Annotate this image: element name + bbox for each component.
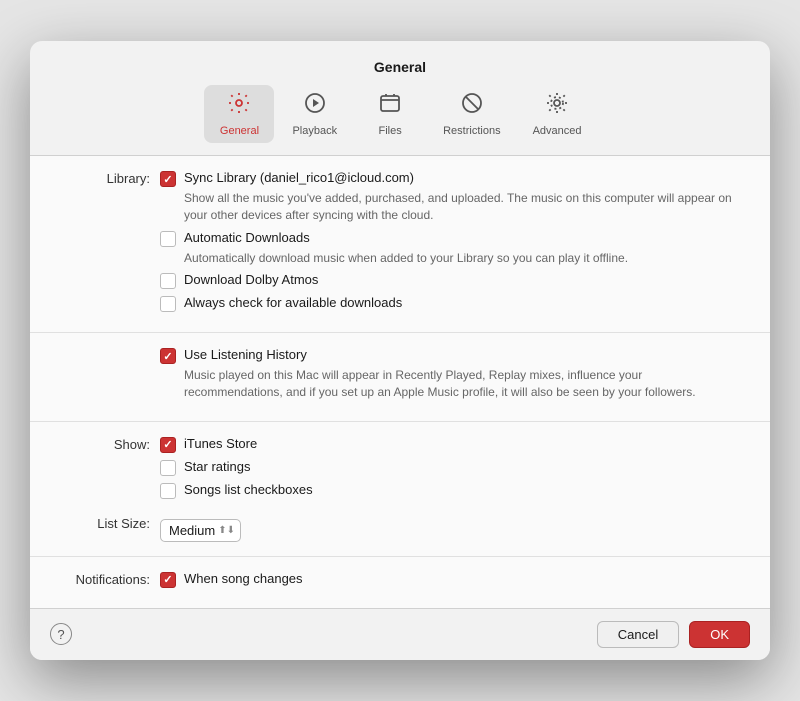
dolby-atmos-text: Download Dolby Atmos — [184, 272, 318, 289]
when-song-changes-text: When song changes — [184, 571, 303, 588]
toolbar: General Playback Files — [30, 75, 770, 155]
toolbar-item-restrictions[interactable]: Restrictions — [429, 85, 514, 143]
show-content: iTunes Store Star ratings So — [160, 436, 740, 505]
toolbar-item-files[interactable]: Files — [355, 85, 425, 143]
songs-list-checkbox-wrapper — [160, 483, 176, 499]
always-check-row: Always check for available downloads — [160, 295, 740, 312]
automatic-downloads-row: Automatic Downloads Automatically downlo… — [160, 230, 740, 267]
songs-list-checkbox[interactable] — [160, 483, 176, 499]
when-song-changes-checkbox[interactable] — [160, 572, 176, 588]
ok-button[interactable]: OK — [689, 621, 750, 648]
history-section: Use Listening History Music played on th… — [30, 333, 770, 421]
content-area: Library: Sync Library (daniel_rico1@iclo… — [30, 155, 770, 608]
itunes-checkbox-wrapper — [160, 437, 176, 453]
automatic-downloads-checkbox-wrapper — [160, 231, 176, 247]
list-size-row: List Size: Small Medium Large ⬆⬇ — [60, 515, 740, 542]
library-section: Library: Sync Library (daniel_rico1@iclo… — [30, 156, 770, 333]
dialog: General General Playback — [30, 41, 770, 660]
itunes-store-text: iTunes Store — [184, 436, 257, 453]
listening-history-helper: Music played on this Mac will appear in … — [184, 367, 740, 401]
notifications-row: Notifications: When song changes — [60, 571, 740, 594]
songs-list-text: Songs list checkboxes — [184, 482, 313, 499]
library-label: Library: — [60, 170, 160, 186]
list-size-select-wrapper: Small Medium Large ⬆⬇ — [160, 519, 241, 542]
dolby-atmos-checkbox[interactable] — [160, 273, 176, 289]
cancel-button[interactable]: Cancel — [597, 621, 679, 648]
toolbar-item-general[interactable]: General — [204, 85, 274, 143]
sync-library-row: Sync Library (daniel_rico1@icloud.com) S… — [160, 170, 740, 223]
library-row: Library: Sync Library (daniel_rico1@iclo… — [60, 170, 740, 318]
star-ratings-row: Star ratings — [160, 459, 740, 476]
itunes-store-row: iTunes Store — [160, 436, 740, 453]
footer: ? Cancel OK — [30, 608, 770, 660]
help-button[interactable]: ? — [50, 623, 72, 645]
toolbar-general-label: General — [220, 125, 259, 137]
always-check-text: Always check for available downloads — [184, 295, 402, 312]
notifications-section: Notifications: When song changes — [30, 557, 770, 608]
sync-library-helper: Show all the music you've added, purchas… — [184, 190, 740, 224]
toolbar-item-playback[interactable]: Playback — [278, 85, 351, 143]
dialog-title: General — [30, 41, 770, 75]
history-label-spacer — [60, 347, 160, 348]
always-check-checkbox[interactable] — [160, 296, 176, 312]
listening-history-checkbox[interactable] — [160, 348, 176, 364]
itunes-store-checkbox[interactable] — [160, 437, 176, 453]
history-content: Use Listening History Music played on th… — [160, 347, 740, 406]
playback-icon — [303, 91, 327, 121]
always-check-checkbox-wrapper — [160, 296, 176, 312]
automatic-downloads-checkbox[interactable] — [160, 231, 176, 247]
show-label: Show: — [60, 436, 160, 452]
notifications-content: When song changes — [160, 571, 740, 594]
general-gear-icon — [227, 91, 251, 121]
sync-library-text: Sync Library (daniel_rico1@icloud.com) — [184, 170, 740, 187]
automatic-downloads-helper: Automatically download music when added … — [184, 250, 628, 267]
listening-history-text: Use Listening History — [184, 347, 740, 364]
song-changes-checkbox-wrapper — [160, 572, 176, 588]
sync-library-checkbox-wrapper — [160, 171, 176, 187]
star-ratings-text: Star ratings — [184, 459, 250, 476]
toolbar-playback-label: Playback — [292, 125, 337, 137]
dolby-atmos-row: Download Dolby Atmos — [160, 272, 740, 289]
notifications-label: Notifications: — [60, 571, 160, 587]
list-size-control: Small Medium Large ⬆⬇ — [160, 519, 740, 542]
button-group: Cancel OK — [597, 621, 750, 648]
toolbar-files-label: Files — [378, 125, 401, 137]
library-content: Sync Library (daniel_rico1@icloud.com) S… — [160, 170, 740, 318]
list-size-select[interactable]: Small Medium Large — [160, 519, 241, 542]
songs-list-row: Songs list checkboxes — [160, 482, 740, 499]
toolbar-advanced-label: Advanced — [533, 125, 582, 137]
show-row: Show: iTunes Store Star rating — [60, 436, 740, 505]
history-row: Use Listening History Music played on th… — [60, 347, 740, 406]
toolbar-restrictions-label: Restrictions — [443, 125, 500, 137]
show-section: Show: iTunes Store Star rating — [30, 422, 770, 557]
list-size-content: Small Medium Large ⬆⬇ — [160, 515, 740, 542]
sync-library-checkbox[interactable] — [160, 171, 176, 187]
automatic-downloads-text: Automatic Downloads — [184, 230, 628, 247]
star-ratings-checkbox-wrapper — [160, 460, 176, 476]
listening-checkbox-wrapper — [160, 348, 176, 364]
star-ratings-checkbox[interactable] — [160, 460, 176, 476]
restrictions-icon — [460, 91, 484, 121]
toolbar-item-advanced[interactable]: Advanced — [519, 85, 596, 143]
list-size-label: List Size: — [60, 515, 160, 531]
when-song-changes-row: When song changes — [160, 571, 740, 588]
advanced-icon — [545, 91, 569, 121]
files-icon — [378, 91, 402, 121]
listening-history-row: Use Listening History Music played on th… — [160, 347, 740, 400]
dolby-checkbox-wrapper — [160, 273, 176, 289]
